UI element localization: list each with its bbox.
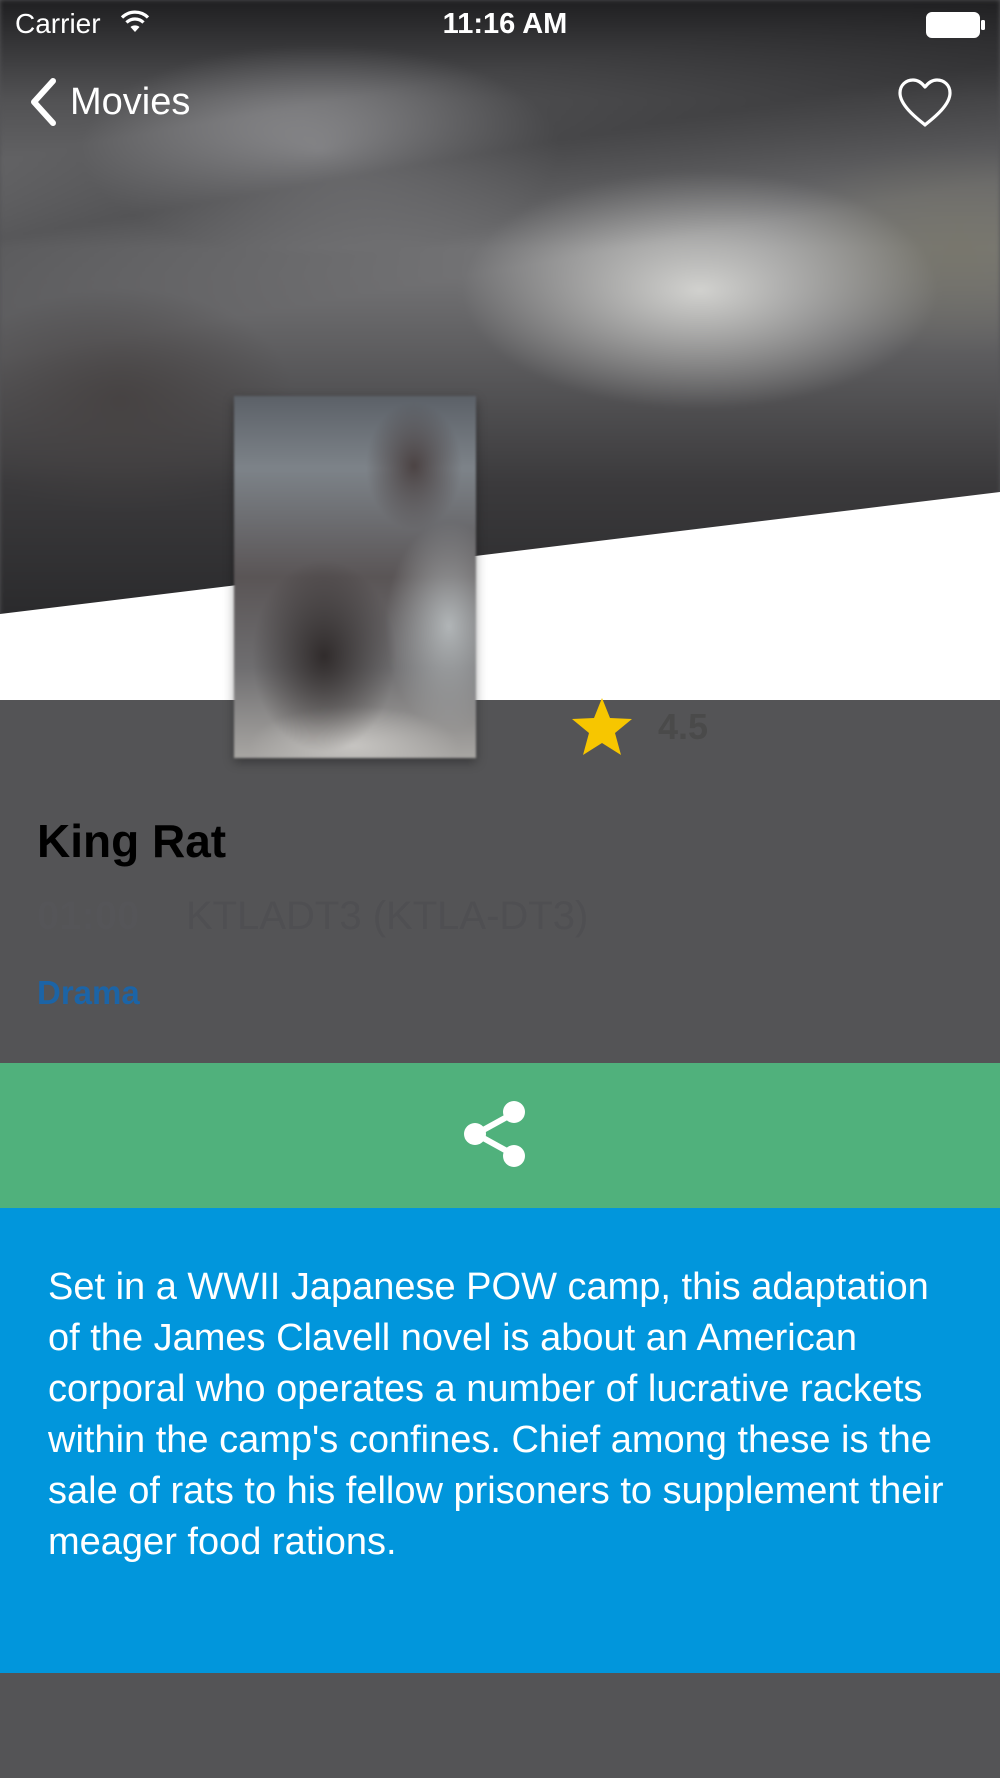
- rating-value: 4.5: [658, 706, 709, 747]
- movie-detail-screen: Carrier 11:16 AM Movies 4.5 King Rat 01:…: [0, 0, 1000, 1778]
- description-panel: Set in a WWII Japanese POW camp, this ad…: [0, 1208, 1000, 1673]
- channel-name: KTLADT3 (KTLA-DT3): [186, 894, 589, 938]
- movie-title: King Rat: [37, 815, 227, 867]
- back-button[interactable]: Movies: [26, 74, 190, 130]
- favorite-button[interactable]: [896, 76, 954, 130]
- back-label: Movies: [70, 80, 191, 123]
- rating: 4.5: [570, 694, 708, 760]
- chevron-left-icon: [31, 78, 56, 126]
- heart-outline-icon: [898, 78, 952, 127]
- star-icon: [572, 698, 632, 755]
- status-time: 11:16 AM: [442, 8, 568, 40]
- battery-icon: [926, 12, 985, 38]
- share-button[interactable]: [0, 1063, 1000, 1208]
- genre-link[interactable]: Drama: [37, 974, 140, 1012]
- movie-poster: [234, 396, 476, 758]
- share-icon: [464, 1101, 525, 1167]
- status-bar: Carrier 11:16 AM: [0, 0, 1000, 50]
- description-text: Set in a WWII Japanese POW camp, this ad…: [48, 1266, 944, 1563]
- airing-time: 01:00: [37, 894, 140, 938]
